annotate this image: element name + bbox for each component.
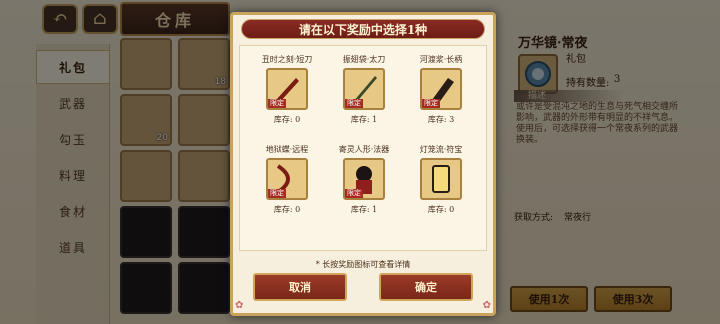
reward-name: 河渡浆·长柄	[419, 55, 463, 64]
reward-option[interactable]: 寄灵人形·法器 限定 库存: 1	[329, 144, 399, 234]
long-press-hint: * 长按奖励图标可查看详情	[315, 260, 411, 269]
reward-stock: 库存: 0	[273, 115, 301, 124]
reward-option[interactable]: 丑时之刻·短刀 限定 库存: 0	[252, 54, 322, 144]
reward-stock: 库存: 3	[427, 115, 455, 124]
katana-icon: 限定	[343, 68, 385, 110]
reward-stock: 库存: 0	[273, 205, 301, 214]
limited-tag: 限定	[422, 99, 440, 108]
reward-option[interactable]: 灯笼流·符宝 库存: 0	[406, 144, 476, 234]
limited-tag: 限定	[345, 99, 363, 108]
oar-icon: 限定	[420, 68, 462, 110]
reward-name: 灯笼流·符宝	[419, 145, 463, 154]
confirm-label: 确定	[415, 281, 437, 294]
warehouse-screen: ↶ ⌂ 仓库 礼包 武器 勾玉 料理 食材 道具 18 20	[0, 0, 720, 324]
limited-tag: 限定	[268, 99, 286, 108]
reward-name: 地狱蝶·远程	[265, 145, 309, 154]
dagger-icon: 限定	[266, 68, 308, 110]
reward-stock: 库存: 0	[427, 205, 455, 214]
reward-name: 振翅袋·太刀	[342, 55, 386, 64]
bow-icon: 限定	[266, 158, 308, 200]
reward-grid: 丑时之刻·短刀 限定 库存: 0 振翅袋·太刀 限定 库存: 1 河渡浆·长柄	[239, 45, 487, 251]
reward-name: 寄灵人形·法器	[338, 145, 390, 154]
limited-tag: 限定	[268, 189, 286, 198]
reward-stock: 库存: 1	[350, 205, 378, 214]
reward-option[interactable]: 地狱蝶·远程 限定 库存: 0	[252, 144, 322, 234]
cancel-button[interactable]: 取消	[253, 273, 347, 301]
reward-select-dialog: 请在以下奖励中选择1种 丑时之刻·短刀 限定 库存: 0 振翅袋·太刀 限定 库…	[230, 12, 496, 316]
lantern-icon	[420, 158, 462, 200]
reward-option[interactable]: 振翅袋·太刀 限定 库存: 1	[329, 54, 399, 144]
flower-ornament-icon: ✿	[482, 300, 491, 311]
flower-ornament-icon: ✿	[235, 300, 244, 311]
reward-option[interactable]: 河渡浆·长柄 限定 库存: 3	[406, 54, 476, 144]
reward-name: 丑时之刻·短刀	[261, 55, 313, 64]
cancel-label: 取消	[289, 281, 311, 294]
doll-icon: 限定	[343, 158, 385, 200]
limited-tag: 限定	[345, 189, 363, 198]
dialog-title: 请在以下奖励中选择1种	[241, 19, 485, 39]
confirm-button[interactable]: 确定	[379, 273, 473, 301]
reward-stock: 库存: 1	[350, 115, 378, 124]
